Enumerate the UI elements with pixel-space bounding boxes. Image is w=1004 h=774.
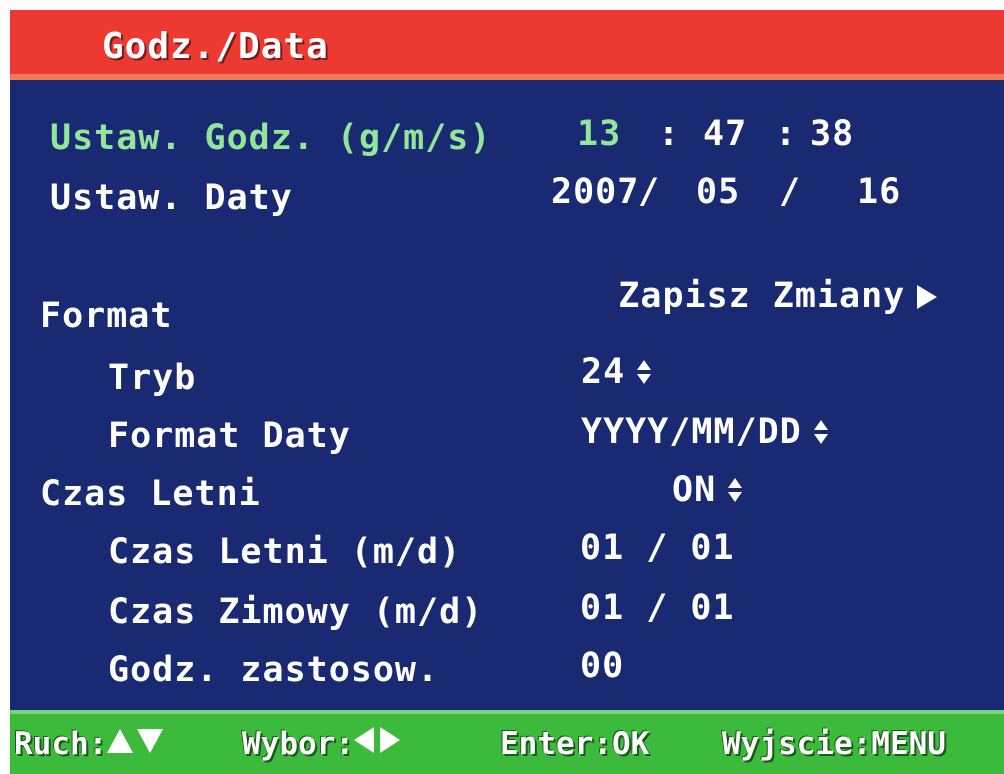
time-separator: : xyxy=(775,114,798,154)
up-down-arrow-icon xyxy=(813,420,828,444)
select-hint: Wybor: xyxy=(242,726,400,762)
date-month[interactable]: 05 xyxy=(696,172,740,212)
time-minutes[interactable]: 47 xyxy=(703,114,747,154)
osd-screen: Godz./Data Ustaw. Godz. (g/m/s) 13 : 47 … xyxy=(10,10,1004,774)
time-separator: : xyxy=(658,114,681,154)
up-arrow-icon xyxy=(107,729,134,753)
title-bar: Godz./Data xyxy=(10,10,1004,80)
apply-hour-value[interactable]: 00 xyxy=(580,646,624,686)
winter-time-value[interactable]: 01 / 01 xyxy=(580,588,735,628)
menu-title: Godz./Data xyxy=(102,26,329,67)
mode-value-selector[interactable]: 24 xyxy=(581,352,652,392)
move-hint-label: Ruch: xyxy=(14,726,108,762)
date-separator: / xyxy=(638,172,661,212)
time-seconds[interactable]: 38 xyxy=(810,114,854,154)
time-label: Ustaw. Godz. (g/m/s) xyxy=(50,118,492,158)
summer-time-value[interactable]: 01 / 01 xyxy=(580,528,735,568)
date-day[interactable]: 16 xyxy=(857,172,901,212)
select-hint-label: Wybor: xyxy=(242,726,354,762)
enter-hint: Enter:OK xyxy=(500,726,650,762)
play-arrow-icon xyxy=(917,285,938,309)
apply-hour-label: Godz. zastosow. xyxy=(108,650,440,690)
date-year[interactable]: 2007 xyxy=(551,172,639,212)
up-down-arrow-icon xyxy=(637,360,652,384)
summer-time-label: Czas Letni (m/d) xyxy=(108,532,462,572)
winter-time-label: Czas Zimowy (m/d) xyxy=(108,592,484,632)
date-format-value: YYYY/MM/DD xyxy=(581,412,802,452)
mode-value: 24 xyxy=(581,352,626,392)
date-separator: / xyxy=(779,172,802,212)
hint-bar: Ruch: Wybor: Enter:OK Wyjscie:MENU xyxy=(10,710,1004,774)
right-arrow-icon xyxy=(379,727,400,753)
time-hours[interactable]: 13 xyxy=(577,114,621,154)
dst-selector[interactable]: ON xyxy=(672,470,743,510)
date-label: Ustaw. Daty xyxy=(50,178,293,218)
up-down-arrow-icon xyxy=(728,478,743,502)
date-format-selector[interactable]: YYYY/MM/DD xyxy=(581,412,828,452)
date-format-label: Format Daty xyxy=(108,416,351,456)
format-section-header: Format xyxy=(40,296,173,336)
dst-value: ON xyxy=(672,470,717,510)
dst-label: Czas Letni xyxy=(40,474,261,514)
save-changes-label: Zapisz Zmiany xyxy=(618,276,906,316)
save-changes-button[interactable]: Zapisz Zmiany xyxy=(530,236,938,356)
left-arrow-icon xyxy=(353,727,374,753)
down-arrow-icon xyxy=(137,729,164,753)
mode-label: Tryb xyxy=(108,358,197,398)
move-hint: Ruch: xyxy=(14,726,164,762)
exit-hint: Wyjscie:MENU xyxy=(722,726,946,762)
